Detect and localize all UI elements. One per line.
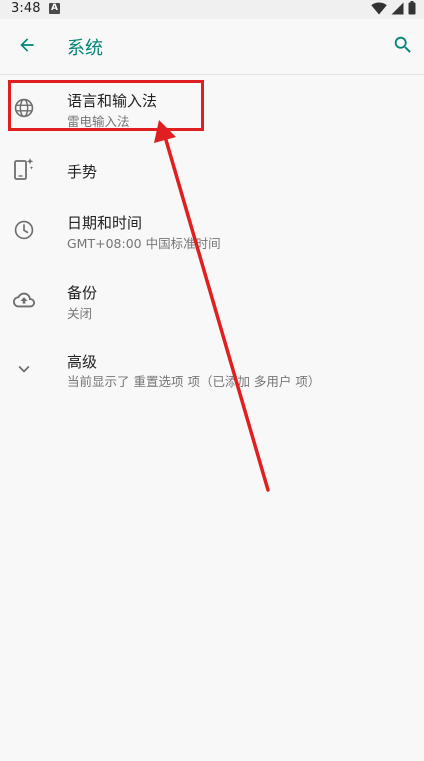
wifi-icon bbox=[371, 0, 387, 19]
signal-icon bbox=[391, 0, 404, 19]
menu-item-title: 手势 bbox=[67, 163, 98, 181]
arrow-back-icon bbox=[17, 35, 37, 59]
menu-item-title: 备份 bbox=[67, 284, 98, 302]
battery-icon bbox=[408, 0, 416, 19]
menu-item-gestures[interactable]: 手势 bbox=[0, 138, 424, 202]
annotation-highlight-box bbox=[8, 80, 204, 131]
status-time: 3:48 bbox=[11, 1, 41, 16]
back-button[interactable] bbox=[8, 28, 46, 66]
menu-item-title: 日期和时间 bbox=[67, 214, 143, 232]
menu-item-subtitle: 当前显示了 重置选项 项（已添加 多用户 项） bbox=[67, 374, 321, 389]
status-icons bbox=[371, 0, 416, 19]
chevron-down-icon bbox=[12, 357, 36, 381]
cloud-upload-icon bbox=[12, 288, 36, 312]
menu-item-title: 高级 bbox=[67, 353, 98, 371]
menu-item-subtitle: GMT+08:00 中国标准时间 bbox=[67, 236, 221, 251]
menu-item-subtitle: 关闭 bbox=[67, 306, 93, 321]
menu-item-advanced[interactable]: 高级 当前显示了 重置选项 项（已添加 多用户 项） bbox=[0, 338, 424, 402]
page-title: 系统 bbox=[67, 38, 103, 59]
status-bar: 3:48 A bbox=[0, 0, 424, 19]
clock-icon bbox=[12, 218, 36, 242]
search-button[interactable] bbox=[384, 28, 422, 66]
search-icon bbox=[392, 34, 414, 60]
menu-item-date-time[interactable]: 日期和时间 GMT+08:00 中国标准时间 bbox=[0, 198, 424, 262]
gesture-phone-icon bbox=[12, 157, 36, 181]
notification-icon: A bbox=[49, 3, 60, 14]
app-bar: 系统 bbox=[0, 19, 424, 75]
settings-screen: 3:48 A 系统 语言和输入法 雷电输入法 手势 日期和时间 GMT+08:0… bbox=[0, 0, 424, 761]
menu-item-backup[interactable]: 备份 关闭 bbox=[0, 268, 424, 332]
